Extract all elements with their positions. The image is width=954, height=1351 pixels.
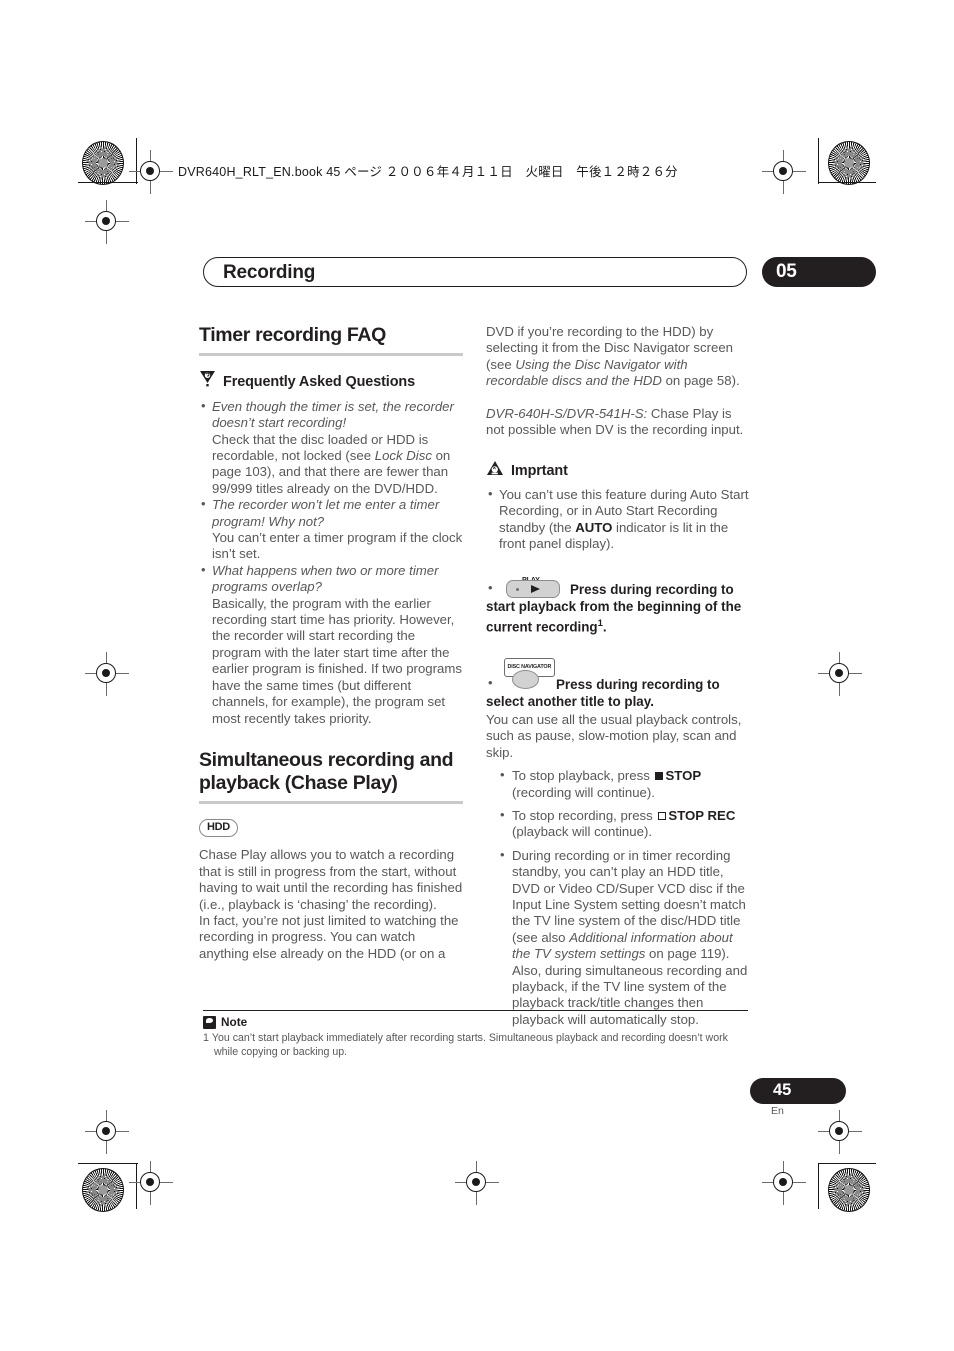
- faq-list: Even though the timer is set, the record…: [199, 398, 463, 727]
- crop-mark-top-right-v: [818, 138, 820, 184]
- solid-square-icon: [655, 772, 664, 781]
- model-note-models: DVR-640H-S/DVR-541H-S:: [486, 405, 648, 421]
- stop-playback-button-name: STOP: [665, 768, 702, 784]
- disc-navigator-button-graphic[interactable]: [512, 669, 539, 689]
- registration-crosshair-top-left: [129, 150, 173, 194]
- list-item: To stop recording, press STOP REC (playb…: [498, 807, 750, 841]
- crop-mark-bottom-right-h: [818, 1163, 876, 1165]
- play-step-block: • PLAY Press during recording to start p…: [486, 572, 750, 635]
- faq-question: What happens when two or more timer prog…: [212, 562, 439, 595]
- chapter-header-bar: Recording: [203, 257, 747, 287]
- section-title-timer-faq: Timer recording FAQ: [199, 324, 386, 346]
- stop-rec-button-name: STOP REC: [668, 807, 736, 823]
- media-badge-hdd-wrap: HDD: [199, 818, 463, 847]
- list-item: To stop playback, press STOP (recording …: [498, 767, 750, 801]
- list-item: During recording or in timer recording s…: [498, 847, 750, 1028]
- note-balloon-icon: [203, 1015, 216, 1029]
- note-body: 1 You can’t start playback immediately af…: [203, 1032, 751, 1059]
- faq-question-triangle-icon: [199, 370, 216, 393]
- faq-answer: You can’t enter a timer program if the c…: [212, 530, 463, 562]
- step-bullet: •: [488, 580, 493, 596]
- registration-crosshair-bottom-left: [129, 1161, 173, 1205]
- play-button-graphic[interactable]: [506, 580, 560, 599]
- registration-color-target-bottom-left: [82, 1168, 124, 1212]
- section-rule: [199, 800, 463, 805]
- crop-mark-bottom-right-v: [818, 1163, 820, 1209]
- page-language-label: En: [771, 1105, 784, 1117]
- faq-callout-header: Frequently Asked Questions: [199, 370, 463, 393]
- model-note-paragraph: DVR-640H-S/DVR-541H-S: Chase Play is not…: [486, 406, 750, 439]
- faq-question: The recorder won’t let me enter a timer …: [212, 497, 440, 529]
- step-bullet: •: [488, 674, 493, 690]
- important-list: You can’t use this feature during Auto S…: [486, 486, 750, 553]
- registration-crosshair-top-right: [762, 150, 806, 194]
- registration-crosshair-left-lower: [85, 1110, 129, 1154]
- section-title-chase-play: Simultaneous recording and playback (Cha…: [199, 748, 454, 794]
- registration-crosshair-right-lower: [818, 1110, 862, 1154]
- playback-controls-paragraph: You can use all the usual playback contr…: [486, 711, 742, 760]
- important-callout-label: Imprtant: [511, 462, 568, 479]
- stop-rec-pre: To stop recording, press: [512, 807, 657, 823]
- note-index: 1: [203, 1032, 209, 1044]
- faq-item: The recorder won’t let me enter a timer …: [199, 496, 463, 563]
- crop-mark-top-right-h: [818, 182, 876, 184]
- warning-triangle-hand-icon: [486, 460, 504, 481]
- continued-paragraph: DVD if you’re recording to the HDD) by s…: [486, 324, 750, 390]
- play-step-text-end: .: [602, 619, 607, 635]
- note-text-line2: while copying or backing up.: [214, 1045, 348, 1058]
- note-text-line1: You can’t start playback immediately aft…: [211, 1032, 728, 1044]
- faq-answer: Check that the disc loaded or HDD is rec…: [212, 432, 463, 498]
- book-file-header: DVR640H_RLT_EN.book 45 ページ ２００６年４月１１日 火曜…: [178, 165, 678, 179]
- note-divider: [203, 1010, 748, 1012]
- page-number-badge: 45: [750, 1078, 846, 1104]
- stop-playback-pre: To stop playback, press: [512, 768, 654, 784]
- faq-item: Even though the timer is set, the record…: [199, 398, 463, 498]
- stop-rec-post: (playback will continue).: [512, 824, 652, 840]
- play-key-dot: [516, 587, 520, 592]
- section-rule: [199, 353, 463, 357]
- note-header: Note: [203, 1015, 247, 1029]
- faq-answer-ref: Lock Disc: [374, 448, 432, 464]
- left-column: Timer recording FAQ Frequently Asked Que…: [199, 324, 463, 962]
- registration-crosshair-right-middle: [818, 652, 862, 696]
- page-number: 45: [773, 1081, 792, 1099]
- registration-crosshair-left-upper: [85, 200, 129, 244]
- faq-item: What happens when two or more timer prog…: [199, 562, 463, 727]
- play-triangle-icon: [531, 585, 540, 594]
- chapter-number-badge: 05: [762, 257, 876, 287]
- right-column: DVD if you’re recording to the HDD) by s…: [486, 324, 750, 1035]
- important-item: You can’t use this feature during Auto S…: [486, 486, 750, 553]
- note-label: Note: [221, 1015, 248, 1029]
- registration-color-target-bottom-right: [828, 1168, 870, 1212]
- registration-color-target-top-left: [82, 141, 124, 185]
- faq-answer: Basically, the program with the earlier …: [212, 595, 462, 726]
- important-callout-header: Imprtant: [486, 460, 750, 481]
- registration-crosshair-left-middle: [85, 652, 129, 696]
- continued-paragraph-post: on page 58).: [661, 373, 740, 389]
- stop-instructions-list: To stop playback, press STOP (recording …: [486, 767, 750, 1028]
- chase-play-paragraph-2: In fact, you’re not just limited to watc…: [199, 912, 459, 961]
- registration-crosshair-bottom-right: [762, 1161, 806, 1205]
- registration-crosshair-bottom-center: [455, 1161, 499, 1205]
- important-text-bold: AUTO: [575, 519, 613, 535]
- chapter-number: 05: [776, 261, 797, 282]
- chase-play-paragraph-1: Chase Play allows you to watch a recordi…: [199, 847, 463, 912]
- stop-playback-post: (recording will continue).: [512, 784, 655, 800]
- continued-paragraph-ref: Using the Disc Navigator with recordable…: [486, 356, 688, 389]
- disc-navigator-step-block: • DISC NAVIGATOR Press during recording …: [486, 657, 750, 710]
- chapter-title: Recording: [223, 262, 316, 283]
- faq-callout-label: Frequently Asked Questions: [223, 373, 415, 390]
- registration-color-target-top-right: [828, 141, 870, 185]
- media-badge-hdd: HDD: [199, 819, 238, 838]
- faq-question: Even though the timer is set, the record…: [212, 398, 454, 431]
- open-square-icon: [658, 811, 667, 820]
